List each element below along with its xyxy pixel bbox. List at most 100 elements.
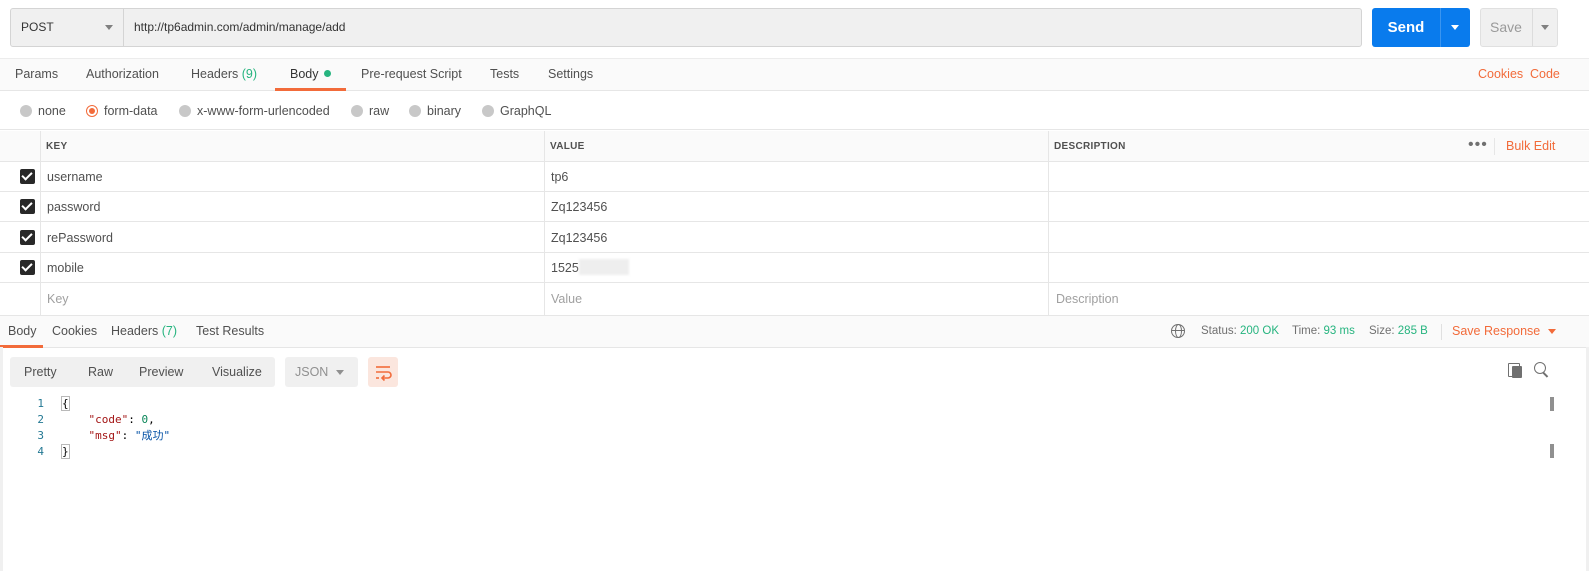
save-button[interactable]: Save xyxy=(1480,8,1558,47)
bulk-edit-link[interactable]: Bulk Edit xyxy=(1506,131,1555,162)
wrap-lines-icon xyxy=(376,366,392,382)
json-key: "msg" xyxy=(88,429,122,442)
row-value[interactable]: 1525 xyxy=(551,253,629,283)
copy-icon[interactable] xyxy=(1508,363,1522,379)
response-tab-cookies[interactable]: Cookies xyxy=(52,316,97,346)
tab-tests[interactable]: Tests xyxy=(490,59,519,91)
view-visualize[interactable]: Visualize xyxy=(212,357,262,387)
scrollbar-marker[interactable] xyxy=(1550,397,1554,411)
line-number: 2 xyxy=(37,413,44,426)
radio-x-www-form-urlencoded[interactable]: x-www-form-urlencoded xyxy=(179,92,330,130)
row-key[interactable]: password xyxy=(47,192,101,222)
tab-headers[interactable]: Headers (9) xyxy=(191,59,257,91)
row-value[interactable]: Zq123456 xyxy=(551,223,607,253)
radio-dot-icon xyxy=(482,105,494,117)
json-number: 0 xyxy=(141,413,149,426)
new-value-input[interactable]: Value xyxy=(551,284,582,314)
response-body-editor[interactable]: 1 2 3 4 { "code": 0, "msg": "成功" } xyxy=(0,396,1545,571)
radio-graphql[interactable]: GraphQL xyxy=(482,92,551,130)
response-bar: Body Cookies Headers (7) Test Results St… xyxy=(0,315,1589,348)
request-tabs: Params Authorization Headers (9) Body Pr… xyxy=(0,58,1589,91)
row-value[interactable]: Zq123456 xyxy=(551,192,607,222)
response-tab-test-results[interactable]: Test Results xyxy=(196,316,264,346)
save-options-chevron-icon[interactable] xyxy=(1541,25,1549,30)
line-number: 1 xyxy=(37,397,44,410)
radio-binary[interactable]: binary xyxy=(409,92,461,130)
row-checkbox[interactable] xyxy=(20,230,35,245)
url-input[interactable]: http://tp6admin.com/admin/manage/add xyxy=(123,8,1362,47)
row-value[interactable]: tp6 xyxy=(551,162,568,192)
open-brace: { xyxy=(61,396,70,411)
radio-none[interactable]: none xyxy=(20,92,66,130)
radio-form-data[interactable]: form-data xyxy=(86,92,158,130)
status-value: 200 OK xyxy=(1240,325,1280,337)
row-checkbox[interactable] xyxy=(20,169,35,184)
active-tab-indicator xyxy=(275,88,346,91)
row-checkbox[interactable] xyxy=(20,260,35,275)
tab-authorization[interactable]: Authorization xyxy=(86,59,159,91)
cookies-link[interactable]: Cookies xyxy=(1478,59,1523,89)
method-select[interactable]: POST xyxy=(10,8,124,47)
radio-dot-icon xyxy=(179,105,191,117)
radio-dot-icon xyxy=(409,105,421,117)
tab-label: Headers xyxy=(191,67,239,81)
divider xyxy=(1494,138,1495,155)
tab-label: Authorization xyxy=(86,67,159,81)
request-bar: POST http://tp6admin.com/admin/manage/ad… xyxy=(10,8,1560,47)
time-value: 93 ms xyxy=(1323,325,1355,337)
tab-pre-request-script[interactable]: Pre-request Script xyxy=(361,59,462,91)
new-description-input[interactable]: Description xyxy=(1056,284,1119,314)
close-brace: } xyxy=(61,444,70,459)
column-header-key: KEY xyxy=(46,141,68,152)
tab-label: Settings xyxy=(548,67,594,81)
globe-icon[interactable] xyxy=(1171,324,1185,338)
chevron-down-icon xyxy=(105,25,113,30)
code-line: "msg": "成功" xyxy=(88,429,171,442)
time-label: Time: xyxy=(1292,325,1321,337)
code-link[interactable]: Code xyxy=(1530,59,1560,89)
redacted-region xyxy=(578,259,629,275)
body-type-radios: none form-data x-www-form-urlencoded raw… xyxy=(0,92,1589,130)
more-options-icon[interactable]: ••• xyxy=(1468,131,1488,159)
save-response-button[interactable]: Save Response xyxy=(1452,316,1557,346)
view-preview[interactable]: Preview xyxy=(139,357,183,387)
tab-settings[interactable]: Settings xyxy=(548,59,593,91)
radio-dot-icon xyxy=(20,105,32,117)
chevron-down-icon xyxy=(1548,329,1557,334)
view-pretty[interactable]: Pretty xyxy=(24,357,57,387)
tab-label: Tests xyxy=(490,67,520,81)
radio-raw[interactable]: raw xyxy=(351,92,389,130)
json-key: "code" xyxy=(88,413,129,426)
code-line: { xyxy=(61,396,70,412)
row-value-text: 1525 xyxy=(551,261,579,275)
tab-body[interactable]: Body xyxy=(290,59,331,91)
wrap-lines-button[interactable] xyxy=(368,357,398,387)
row-key[interactable]: rePassword xyxy=(47,223,113,253)
divider xyxy=(544,131,545,315)
size-info: Size: 285 B xyxy=(1369,316,1428,346)
send-button[interactable]: Send xyxy=(1372,8,1470,47)
view-raw[interactable]: Raw xyxy=(88,357,113,387)
tab-label: Headers xyxy=(111,324,159,338)
format-label: JSON xyxy=(295,365,329,379)
table-row: password Zq123456 xyxy=(0,192,1589,222)
format-select[interactable]: JSON xyxy=(285,357,358,387)
save-response-label: Save Response xyxy=(1452,324,1541,338)
row-key[interactable]: mobile xyxy=(47,253,84,283)
search-icon[interactable] xyxy=(1534,362,1549,377)
response-tab-headers[interactable]: Headers (7) xyxy=(111,316,177,346)
tab-params[interactable]: Params xyxy=(15,59,58,91)
row-key[interactable]: username xyxy=(47,162,103,192)
radio-dot-icon xyxy=(351,105,363,117)
response-tab-body[interactable]: Body xyxy=(8,316,37,346)
new-key-input[interactable]: Key xyxy=(47,284,69,314)
row-checkbox[interactable] xyxy=(20,199,35,214)
code-line: "code": 0, xyxy=(88,413,155,426)
table-row: rePassword Zq123456 xyxy=(0,223,1589,253)
save-label: Save xyxy=(1490,19,1522,35)
send-options-chevron-icon[interactable] xyxy=(1451,25,1459,30)
size-label: Size: xyxy=(1369,325,1395,337)
scrollbar-marker[interactable] xyxy=(1550,444,1554,458)
column-header-value: VALUE xyxy=(550,141,585,152)
radio-label: x-www-form-urlencoded xyxy=(197,104,330,118)
